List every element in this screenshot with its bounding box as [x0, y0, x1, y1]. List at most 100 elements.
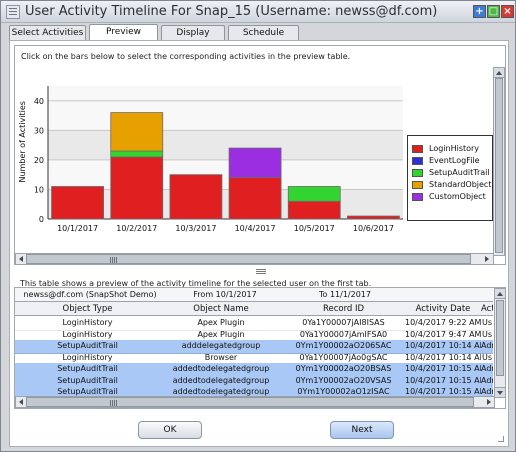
legend-label: StandardObject	[429, 180, 492, 189]
maximize-button[interactable]: +	[473, 5, 486, 18]
cell-activity-date: 10/4/2017 9:47 AM	[405, 329, 481, 339]
application-window: User Activity Timeline For Snap_15 (User…	[0, 0, 516, 452]
legend-swatch	[412, 169, 423, 177]
legend-label: CustomObject	[429, 192, 486, 201]
table-vertical-scrollbar[interactable]	[494, 288, 506, 398]
resize-grip-icon[interactable]	[498, 436, 504, 442]
cell-activity-type: Adm	[481, 375, 493, 385]
chart-panel: Click on the bars below to select the co…	[14, 45, 506, 265]
x-tick-label: 10/6/2017	[353, 224, 394, 233]
date-from-label: From 10/1/2017	[193, 290, 257, 299]
bar-LoginHistory-1	[110, 156, 164, 220]
legend-label: SetupAuditTrail	[429, 168, 490, 177]
selected-user-label: newss@df.com (SnapShot Demo)	[23, 290, 157, 299]
cell-activity-date: 10/4/2017 10:14 AM	[405, 341, 481, 350]
cell-object-type: SetupAuditTrail	[57, 341, 118, 350]
bar-SetupAuditTrail-4	[287, 186, 341, 202]
next-button[interactable]: Next	[330, 421, 394, 439]
column-object-name[interactable]: Object Name	[160, 302, 282, 316]
cell-object-type: LoginHistory	[62, 318, 113, 327]
bar-LoginHistory-4	[287, 200, 341, 220]
close-button[interactable]: ×	[501, 5, 514, 18]
table-scroll-up-icon[interactable]	[495, 289, 505, 299]
chart-vertical-scroll-thumb[interactable]	[495, 78, 503, 253]
cell-record-id: 0Ya1Y00007jAI8ISAS	[302, 318, 385, 327]
cell-activity-type: Us	[481, 329, 493, 339]
bar-LoginHistory-2	[169, 174, 223, 220]
chart-legend: LoginHistory EventLogFile SetupAuditTrail S…	[407, 135, 493, 221]
y-tick-label: 10	[34, 185, 44, 194]
chart-grid-band	[48, 100, 403, 131]
chart-grid-band	[48, 159, 403, 190]
cell-record-id: 0Ya1Y00007jAmIFSA0	[299, 329, 388, 339]
cell-object-name: Browser	[204, 352, 238, 362]
cell-record-id: 0Ym1Y00002aO20BSAS	[295, 364, 392, 373]
window-menu-icon[interactable]	[6, 5, 20, 19]
chart-grid-band	[48, 130, 403, 160]
preview-report-content: Click on the bars below to select the co…	[9, 40, 509, 447]
table-scroll-left-icon[interactable]	[16, 397, 26, 407]
table-horizontal-scroll-thumb[interactable]	[26, 397, 474, 407]
cell-object-type: LoginHistory	[62, 329, 113, 339]
cell-object-type: LoginHistory	[62, 352, 113, 362]
dialog-buttons: OK Next	[10, 421, 510, 443]
bar-LoginHistory-3	[228, 177, 282, 220]
cell-object-name: addedtodelegatedgroup	[172, 364, 270, 373]
table-body: LoginHistory Apex Plugin 0Ya1Y00007jAI8ISA…	[15, 317, 493, 397]
y-tick-label: 20	[34, 156, 44, 165]
ok-button[interactable]: OK	[138, 421, 202, 439]
scroll-grip-icon	[110, 257, 111, 263]
cell-object-type: SetupAuditTrail	[57, 375, 118, 385]
bar-LoginHistory-0	[51, 186, 104, 220]
bar-StandardObject-1	[110, 112, 164, 152]
tab-preview-report[interactable]: Preview Report	[89, 24, 158, 51]
table-column-header-row: Object Type Object Name Record ID Activi…	[15, 302, 493, 316]
table-vertical-scroll-thumb[interactable]	[496, 300, 504, 376]
legend-swatch	[412, 145, 423, 153]
table-scroll-grip-icon	[110, 400, 111, 406]
cell-activity-type: Adm	[481, 341, 493, 350]
date-to-label: To 11/1/2017	[319, 290, 371, 299]
cell-object-name: Apex Plugin	[197, 318, 245, 327]
table-scroll-right-icon[interactable]	[484, 397, 494, 407]
legend-label: LoginHistory	[429, 144, 480, 153]
cell-activity-type: Us	[481, 318, 493, 327]
column-activity-date[interactable]: Activity Date	[405, 302, 481, 316]
cell-object-name: adddelegatedgroup	[181, 341, 261, 350]
scroll-up-icon[interactable]	[494, 68, 504, 78]
cell-object-name: Apex Plugin	[197, 329, 245, 339]
chart-vertical-scrollbar[interactable]	[493, 67, 505, 256]
cell-record-id: 0Ya1Y00007jAo0gSAC	[299, 352, 388, 362]
cell-record-id: 0Ym1Y00002aO20VSAS	[295, 375, 392, 385]
column-object-type[interactable]: Object Type	[15, 302, 160, 316]
legend-label: EventLogFile	[429, 156, 480, 165]
table-scroll-down-icon[interactable]	[495, 387, 505, 397]
tab-schedule-report[interactable]: Schedule Report	[228, 25, 299, 52]
scroll-right-icon[interactable]	[482, 254, 492, 264]
bar-SetupAuditTrail-1	[110, 150, 164, 158]
bar-LoginHistory-5	[347, 215, 400, 220]
cell-activity-date: 10/4/2017 10:15 AM	[405, 364, 481, 373]
column-record-id[interactable]: Record ID	[282, 302, 405, 316]
tab-select-activities[interactable]: Select Activities	[9, 25, 86, 41]
cell-activity-date: 10/4/2017 10:15 AM	[405, 375, 481, 385]
title-bar[interactable]: User Activity Timeline For Snap_15 (User…	[1, 1, 515, 23]
panel-splitter-handle[interactable]	[256, 269, 266, 274]
y-tick-label: 40	[34, 97, 44, 106]
tab-display-report[interactable]: Display Report	[161, 25, 225, 52]
chart-horizontal-scroll-thumb[interactable]	[26, 254, 471, 264]
y-axis-label: Number of Activities	[18, 101, 27, 182]
x-tick-label: 10/3/2017	[175, 224, 216, 233]
bar-CustomObject-3	[228, 147, 282, 179]
cell-record-id: 0Ym1Y00002aO206SAC	[295, 341, 392, 350]
column-activity-type[interactable]: Acti	[481, 302, 493, 316]
cell-activity-type: Us	[481, 352, 493, 362]
scroll-left-icon[interactable]	[16, 254, 26, 264]
cell-activity-type: Adm	[481, 364, 493, 373]
chart-horizontal-scrollbar[interactable]	[15, 253, 494, 265]
table-horizontal-scrollbar[interactable]	[15, 396, 495, 408]
restore-button[interactable]: □	[487, 5, 500, 18]
x-tick-label: 10/4/2017	[235, 224, 276, 233]
activity-chart-area: 0 10 20 30 40 Number of Activities 10/1/2017 10…	[15, 66, 493, 242]
window-title: User Activity Timeline For Snap_15 (User…	[25, 4, 438, 19]
